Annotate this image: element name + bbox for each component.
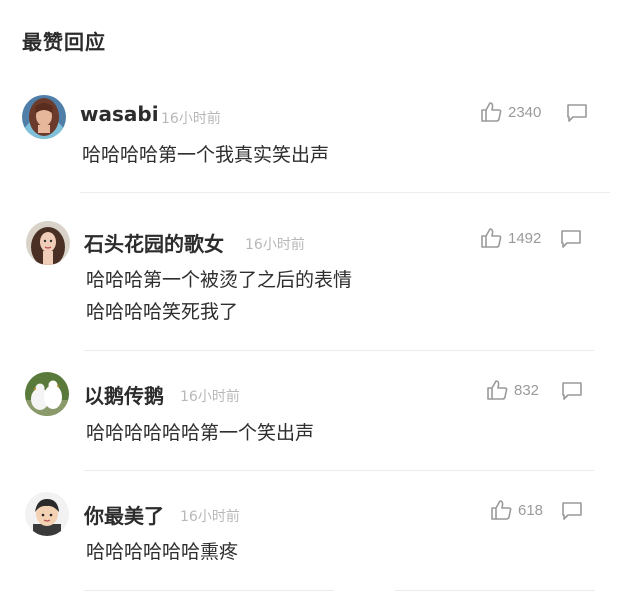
divider bbox=[84, 350, 594, 351]
comment-text: 哈哈哈哈笑死我了 bbox=[86, 301, 239, 323]
avatar[interactable] bbox=[25, 372, 69, 416]
like-count: 832 bbox=[514, 381, 540, 399]
divider bbox=[84, 470, 594, 471]
reply-button[interactable] bbox=[561, 381, 583, 401]
comment-text: 哈哈哈哈哈哈第一个笑出声 bbox=[86, 422, 315, 444]
reply-button[interactable] bbox=[566, 103, 588, 123]
comment-time: 16小时前 bbox=[180, 389, 240, 405]
like-count: 1492 bbox=[508, 229, 542, 247]
reply-bubble-icon bbox=[566, 103, 588, 123]
like-count: 618 bbox=[518, 501, 544, 519]
avatar[interactable] bbox=[25, 492, 69, 536]
thumbs-up-icon bbox=[490, 500, 512, 520]
thumbs-up-icon bbox=[480, 102, 502, 122]
comment-time: 16小时前 bbox=[245, 237, 305, 253]
divider bbox=[84, 590, 334, 591]
like-button[interactable]: 1492 bbox=[480, 228, 541, 248]
reply-bubble-icon bbox=[560, 229, 582, 249]
commenter-name[interactable]: wasabi bbox=[80, 102, 159, 126]
like-count: 2340 bbox=[508, 103, 542, 121]
divider bbox=[395, 590, 595, 591]
commenter-name[interactable]: 以鹅传鹅 bbox=[84, 380, 164, 409]
reply-bubble-icon bbox=[561, 501, 583, 521]
like-button[interactable]: 2340 bbox=[480, 102, 541, 122]
divider bbox=[80, 192, 610, 193]
reply-bubble-icon bbox=[561, 381, 583, 401]
comment-text: 哈哈哈第一个被烫了之后的表情 bbox=[86, 269, 353, 291]
like-button[interactable]: 832 bbox=[486, 380, 539, 400]
comment-text: 哈哈哈哈第一个我真实笑出声 bbox=[82, 144, 330, 166]
avatar[interactable] bbox=[26, 221, 70, 265]
commenter-name[interactable]: 石头花园的歌女 bbox=[84, 228, 224, 257]
reply-button[interactable] bbox=[561, 501, 583, 521]
commenter-name[interactable]: 你最美了 bbox=[84, 500, 164, 529]
thumbs-up-icon bbox=[480, 228, 502, 248]
comment-time: 16小时前 bbox=[180, 509, 240, 525]
reply-button[interactable] bbox=[560, 229, 582, 249]
comment-time: 16小时前 bbox=[161, 111, 221, 127]
like-button[interactable]: 618 bbox=[490, 500, 543, 520]
section-title: 最赞回应 bbox=[22, 30, 106, 54]
thumbs-up-icon bbox=[486, 380, 508, 400]
comment-text: 哈哈哈哈哈哈熏疼 bbox=[86, 541, 239, 563]
avatar[interactable] bbox=[22, 95, 66, 139]
